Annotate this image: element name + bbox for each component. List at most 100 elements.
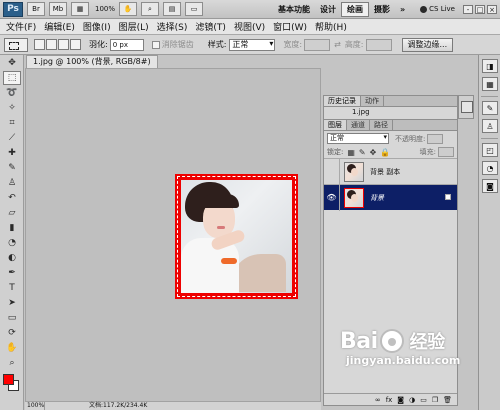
blur-tool-icon[interactable]: ◔: [3, 236, 21, 250]
intersect-selection-button[interactable]: [70, 39, 81, 50]
pen-tool-icon[interactable]: ✒: [3, 266, 21, 280]
magic-wand-tool-icon[interactable]: ✧: [3, 101, 21, 115]
gradient-tool-icon[interactable]: ▮: [3, 221, 21, 235]
trash-icon[interactable]: 🗑: [443, 396, 452, 404]
zoom-tool-button[interactable]: ⌕: [141, 2, 160, 16]
menu-file[interactable]: 文件(F): [6, 20, 36, 33]
height-input[interactable]: [365, 38, 392, 51]
visibility-toggle[interactable]: [324, 158, 340, 185]
feather-input[interactable]: 0 px: [109, 38, 144, 51]
blend-mode-select[interactable]: 正常: [327, 133, 389, 144]
workspace-more-icon[interactable]: »: [395, 4, 410, 15]
shape-tool-icon[interactable]: ▭: [3, 311, 21, 325]
healing-brush-tool-icon[interactable]: ✚: [3, 146, 21, 160]
close-window-button[interactable]: ×: [487, 4, 497, 14]
hand-tool-icon[interactable]: ✋: [3, 341, 21, 355]
screen-mode-button[interactable]: ▭: [185, 2, 204, 16]
opacity-input[interactable]: [427, 133, 444, 144]
menu-window[interactable]: 窗口(W): [273, 20, 307, 33]
tab-channels[interactable]: 通道: [347, 120, 370, 130]
brush-panel-icon[interactable]: ✎: [482, 101, 498, 115]
zoom-level[interactable]: 100%: [95, 5, 115, 13]
new-layer-icon[interactable]: ❐: [432, 396, 438, 404]
workspace-photography[interactable]: 摄影: [369, 3, 395, 16]
zoom-tool-icon[interactable]: ⌕: [3, 356, 21, 370]
maximize-button[interactable]: □: [475, 4, 485, 14]
3d-rotate-tool-icon[interactable]: ⟳: [3, 326, 21, 340]
marching-ants-selection: [177, 176, 296, 297]
move-tool-icon[interactable]: ✥: [3, 56, 21, 70]
folder-icon[interactable]: ▭: [420, 396, 427, 404]
arrange-documents-button[interactable]: ▤: [163, 2, 182, 16]
mask-icon[interactable]: ◙: [397, 396, 404, 404]
menu-select[interactable]: 选择(S): [157, 20, 188, 33]
minimize-button[interactable]: -: [463, 4, 473, 14]
status-zoom[interactable]: 100%: [25, 402, 45, 410]
history-brush-tool-icon[interactable]: ↶: [3, 191, 21, 205]
dodge-tool-icon[interactable]: ◐: [3, 251, 21, 265]
collapsed-panel-dock: [458, 95, 474, 119]
style-select[interactable]: 正常: [229, 38, 276, 51]
swatches-panel-icon[interactable]: ▦: [482, 77, 498, 91]
workspace-painting[interactable]: 绘画: [340, 1, 369, 17]
menu-view[interactable]: 视图(V): [234, 20, 265, 33]
document-tab[interactable]: 1.jpg @ 100% (背景, RGB/8#) *×: [26, 55, 158, 77]
tab-actions[interactable]: 动作: [361, 96, 384, 106]
workspace-design[interactable]: 设计: [315, 3, 341, 16]
refine-edge-button[interactable]: 调整边缘...: [401, 37, 454, 52]
lock-transparency-icon[interactable]: ▦: [347, 148, 355, 157]
hand-tool-button[interactable]: ✋: [119, 2, 138, 16]
crop-tool-icon[interactable]: ⌗: [3, 116, 21, 130]
subtract-selection-button[interactable]: [58, 39, 69, 50]
fill-input[interactable]: [438, 147, 454, 157]
eye-icon[interactable]: 👁: [324, 184, 340, 211]
lasso-tool-icon[interactable]: ➰: [3, 86, 21, 100]
menu-filter[interactable]: 滤镜(T): [195, 20, 226, 33]
workspace-essentials[interactable]: 基本功能: [273, 3, 315, 16]
layers-panel-icon[interactable]: ◰: [482, 143, 498, 157]
view-extras-button[interactable]: ▦: [71, 2, 89, 16]
clone-stamp-tool-icon[interactable]: ♙: [3, 176, 21, 190]
eraser-tool-icon[interactable]: ▱: [3, 206, 21, 220]
panel-icon[interactable]: [461, 101, 473, 113]
link-icon[interactable]: ∞: [375, 396, 381, 404]
mini-bridge-button[interactable]: Mb: [49, 2, 67, 16]
eyedropper-tool-icon[interactable]: ⟋: [3, 131, 21, 145]
path-selection-tool-icon[interactable]: ➤: [3, 296, 21, 310]
image-selection-frame[interactable]: [175, 174, 298, 299]
tool-preset-picker[interactable]: [4, 37, 28, 52]
new-selection-button[interactable]: [34, 39, 45, 50]
tab-paths[interactable]: 路径: [370, 120, 393, 130]
menu-help[interactable]: 帮助(H): [315, 20, 347, 33]
rectangular-marquee-tool-icon[interactable]: ⬚: [3, 71, 21, 85]
antialias-checkbox[interactable]: [151, 40, 160, 49]
lock-position-icon[interactable]: ✥: [370, 148, 377, 157]
adjustment-icon[interactable]: ◑: [409, 396, 415, 404]
menu-layer[interactable]: 图层(L): [119, 20, 149, 33]
clone-source-panel-icon[interactable]: ♙: [482, 119, 498, 133]
history-snapshot[interactable]: 1.jpg: [324, 107, 457, 118]
menu-edit[interactable]: 编辑(E): [44, 20, 75, 33]
type-tool-icon[interactable]: T: [3, 281, 21, 295]
menu-image[interactable]: 图像(I): [83, 20, 111, 33]
foreground-color-swatch[interactable]: [3, 374, 14, 385]
cs-live-label: CS Live: [429, 5, 455, 13]
adjustments-panel-icon[interactable]: ◔: [482, 161, 498, 175]
lock-pixels-icon[interactable]: ✎: [359, 148, 366, 157]
tab-history[interactable]: 历史记录: [324, 96, 361, 106]
bridge-button[interactable]: Br: [27, 2, 45, 16]
antialias-label: 消除锯齿: [161, 40, 194, 49]
lock-all-icon[interactable]: 🔒: [380, 148, 390, 157]
add-selection-button[interactable]: [46, 39, 57, 50]
cs-live-button[interactable]: CS Live: [420, 5, 455, 13]
fx-icon[interactable]: fx: [386, 396, 393, 404]
tab-layers[interactable]: 图层: [324, 120, 347, 130]
layer-background-copy[interactable]: 背景 副本: [324, 158, 457, 185]
masks-panel-icon[interactable]: ◙: [482, 179, 498, 193]
layer-background[interactable]: 👁 背景: [324, 184, 457, 211]
color-panel-icon[interactable]: ◨: [482, 59, 498, 73]
status-document-info: 文档:117.2K/234.4K: [89, 402, 148, 409]
swap-icon[interactable]: ⇄: [334, 40, 341, 49]
brush-tool-icon[interactable]: ✎: [3, 161, 21, 175]
width-input[interactable]: [304, 38, 331, 51]
